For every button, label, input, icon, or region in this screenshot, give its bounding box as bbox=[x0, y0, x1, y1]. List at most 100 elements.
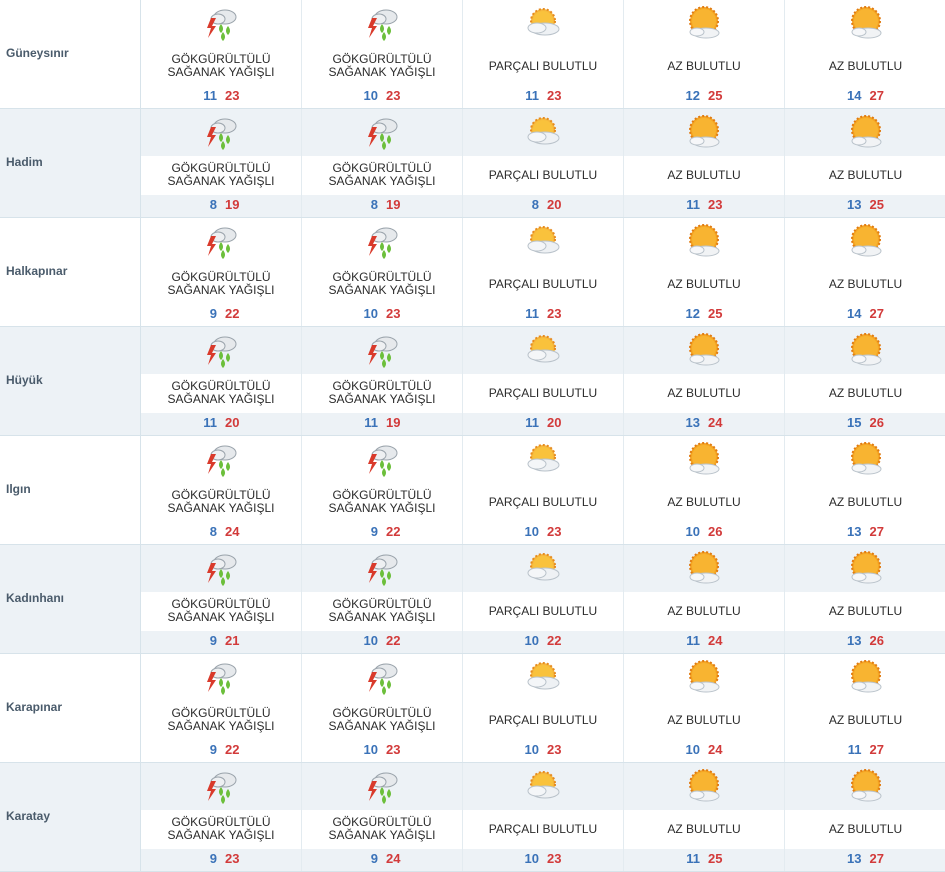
district-name[interactable]: Halkapınar bbox=[6, 264, 67, 278]
max-temp: 27 bbox=[869, 851, 884, 866]
district-name[interactable]: Karatay bbox=[6, 809, 50, 823]
min-temp: 12 bbox=[685, 306, 700, 321]
forecast-cell: AZ BULUTLU 11 25 bbox=[624, 763, 785, 871]
max-temp: 25 bbox=[708, 88, 723, 103]
max-temp: 26 bbox=[708, 524, 723, 539]
condition-label: GÖKGÜRÜLTÜLÜ SAĞANAK YAĞIŞLI bbox=[328, 815, 436, 842]
temperature-range: 11 20 bbox=[141, 415, 301, 430]
temperature-range: 11 23 bbox=[463, 306, 623, 321]
min-temp: 8 bbox=[209, 197, 217, 212]
max-temp: 25 bbox=[708, 306, 723, 321]
min-temp: 11 bbox=[203, 88, 217, 103]
condition-label: GÖKGÜRÜLTÜLÜ SAĞANAK YAĞIŞLI bbox=[167, 52, 275, 79]
district-row: Hadim GÖKGÜRÜLTÜLÜ SAĞANAK YAĞIŞLI 8 19 GÖK… bbox=[0, 109, 945, 218]
max-temp: 27 bbox=[869, 88, 884, 103]
partly-cloudy-icon bbox=[523, 331, 563, 371]
thunderstorm-icon bbox=[201, 440, 241, 480]
max-temp: 24 bbox=[708, 742, 723, 757]
condition-label: GÖKGÜRÜLTÜLÜ SAĞANAK YAĞIŞLI bbox=[328, 488, 436, 515]
district-name-cell: Karapınar bbox=[0, 654, 141, 762]
min-temp: 8 bbox=[531, 197, 539, 212]
min-temp: 12 bbox=[685, 88, 700, 103]
min-temp: 13 bbox=[685, 415, 700, 430]
temperature-range: 11 23 bbox=[624, 197, 784, 212]
forecast-cell: GÖKGÜRÜLTÜLÜ SAĞANAK YAĞIŞLI 9 22 bbox=[141, 218, 302, 326]
thunderstorm-icon bbox=[362, 658, 402, 698]
forecast-cell: AZ BULUTLU 12 25 bbox=[624, 218, 785, 326]
forecast-cell: AZ BULUTLU 13 27 bbox=[785, 763, 945, 871]
forecast-cell: GÖKGÜRÜLTÜLÜ SAĞANAK YAĞIŞLI 10 23 bbox=[302, 0, 463, 108]
temperature-range: 13 25 bbox=[785, 197, 945, 212]
partly-cloudy-icon bbox=[523, 767, 563, 807]
district-name[interactable]: Hadim bbox=[6, 155, 43, 169]
forecast-cell: PARÇALI BULUTLU 10 23 bbox=[463, 654, 624, 762]
few-clouds-icon bbox=[684, 549, 724, 589]
min-temp: 11 bbox=[525, 306, 539, 321]
max-temp: 23 bbox=[225, 851, 240, 866]
temperature-range: 11 20 bbox=[463, 415, 623, 430]
thunderstorm-icon bbox=[362, 113, 402, 153]
min-temp: 9 bbox=[209, 633, 217, 648]
min-temp: 10 bbox=[363, 742, 378, 757]
few-clouds-icon bbox=[846, 440, 886, 480]
temperature-range: 10 23 bbox=[463, 742, 623, 757]
condition-label: PARÇALI BULUTLU bbox=[488, 168, 598, 182]
few-clouds-icon bbox=[846, 331, 886, 371]
max-temp: 23 bbox=[547, 851, 562, 866]
condition-label: GÖKGÜRÜLTÜLÜ SAĞANAK YAĞIŞLI bbox=[328, 270, 436, 297]
max-temp: 20 bbox=[547, 415, 562, 430]
district-name-cell: Halkapınar bbox=[0, 218, 141, 326]
condition-label: AZ BULUTLU bbox=[667, 168, 741, 182]
max-temp: 22 bbox=[547, 633, 562, 648]
thunderstorm-icon bbox=[201, 222, 241, 262]
district-row: Halkapınar GÖKGÜRÜLTÜLÜ SAĞANAK YAĞIŞLI 9… bbox=[0, 218, 945, 327]
district-name[interactable]: Karapınar bbox=[6, 700, 62, 714]
min-temp: 9 bbox=[209, 851, 217, 866]
district-name-cell: Karatay bbox=[0, 763, 141, 871]
temperature-range: 9 22 bbox=[141, 306, 301, 321]
max-temp: 23 bbox=[386, 306, 401, 321]
forecast-cell: PARÇALI BULUTLU 10 22 bbox=[463, 545, 624, 653]
district-name[interactable]: Güneysınır bbox=[6, 46, 69, 60]
forecast-cell: GÖKGÜRÜLTÜLÜ SAĞANAK YAĞIŞLI 11 20 bbox=[141, 327, 302, 435]
forecast-cell: AZ BULUTLU 13 24 bbox=[624, 327, 785, 435]
max-temp: 19 bbox=[386, 197, 401, 212]
district-name[interactable]: Ilgın bbox=[6, 482, 31, 496]
temperature-range: 8 24 bbox=[141, 524, 301, 539]
temperature-range: 11 27 bbox=[785, 742, 945, 757]
max-temp: 19 bbox=[386, 415, 401, 430]
temperature-range: 10 22 bbox=[463, 633, 623, 648]
min-temp: 9 bbox=[209, 306, 217, 321]
forecast-cell: PARÇALI BULUTLU 11 23 bbox=[463, 218, 624, 326]
temperature-range: 10 23 bbox=[302, 88, 462, 103]
district-name[interactable]: Hüyük bbox=[6, 373, 43, 387]
thunderstorm-icon bbox=[362, 767, 402, 807]
temperature-range: 14 27 bbox=[785, 88, 945, 103]
temperature-range: 13 26 bbox=[785, 633, 945, 648]
few-clouds-icon bbox=[846, 113, 886, 153]
max-temp: 22 bbox=[225, 742, 240, 757]
forecast-cell: AZ BULUTLU 15 26 bbox=[785, 327, 945, 435]
max-temp: 26 bbox=[869, 415, 884, 430]
forecast-cell: AZ BULUTLU 11 23 bbox=[624, 109, 785, 217]
min-temp: 10 bbox=[524, 633, 539, 648]
district-name-cell: Hadim bbox=[0, 109, 141, 217]
forecast-cell: GÖKGÜRÜLTÜLÜ SAĞANAK YAĞIŞLI 9 22 bbox=[141, 654, 302, 762]
condition-label: GÖKGÜRÜLTÜLÜ SAĞANAK YAĞIŞLI bbox=[328, 161, 436, 188]
condition-label: GÖKGÜRÜLTÜLÜ SAĞANAK YAĞIŞLI bbox=[328, 379, 436, 406]
min-temp: 11 bbox=[686, 197, 700, 212]
thunderstorm-icon bbox=[362, 331, 402, 371]
thunderstorm-icon bbox=[201, 113, 241, 153]
partly-cloudy-icon bbox=[523, 440, 563, 480]
min-temp: 11 bbox=[525, 88, 539, 103]
district-name[interactable]: Kadınhanı bbox=[6, 591, 64, 605]
max-temp: 22 bbox=[225, 306, 240, 321]
condition-label: PARÇALI BULUTLU bbox=[488, 386, 598, 400]
max-temp: 24 bbox=[708, 415, 723, 430]
condition-label: PARÇALI BULUTLU bbox=[488, 59, 598, 73]
condition-label: AZ BULUTLU bbox=[667, 59, 741, 73]
few-clouds-icon bbox=[684, 331, 724, 371]
temperature-range: 10 22 bbox=[302, 633, 462, 648]
max-temp: 23 bbox=[547, 524, 562, 539]
max-temp: 23 bbox=[708, 197, 723, 212]
